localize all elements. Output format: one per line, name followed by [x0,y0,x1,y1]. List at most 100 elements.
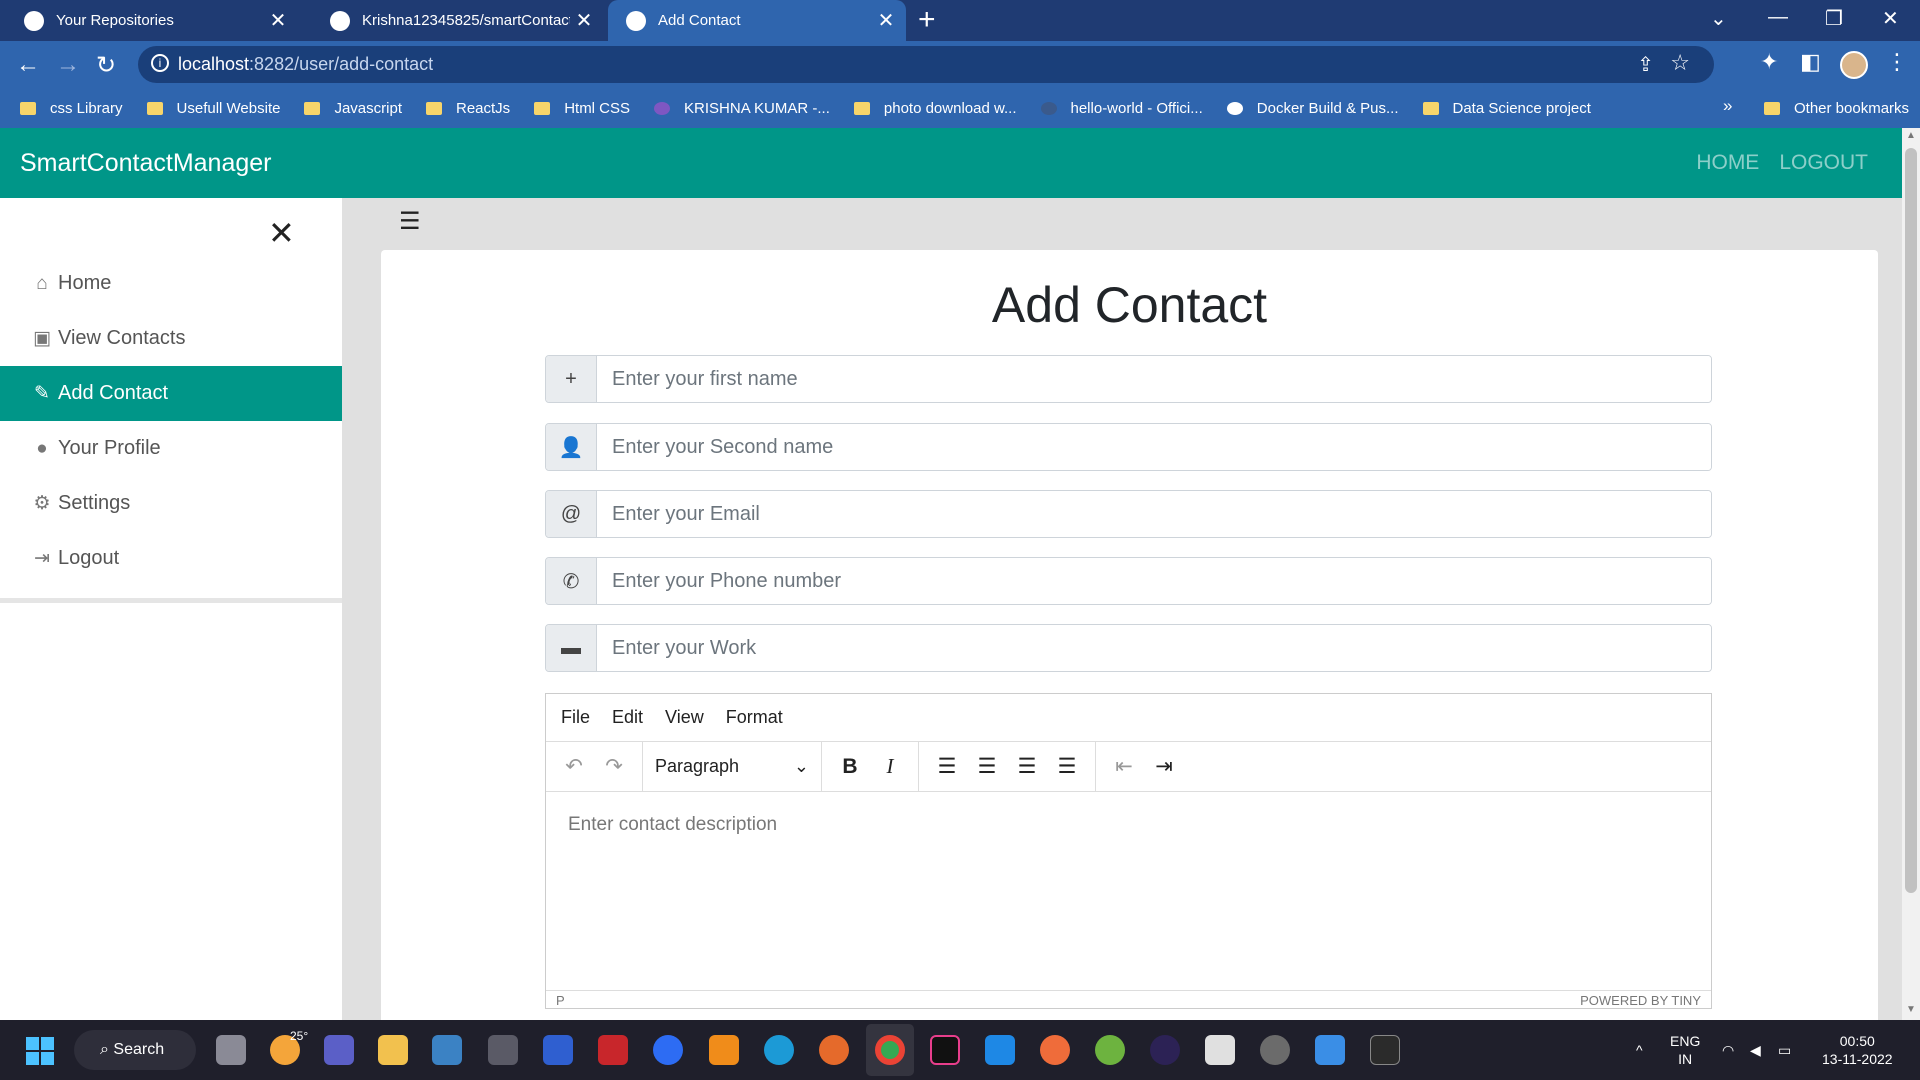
undo-icon[interactable]: ↶ [554,749,594,785]
show-hidden-icons[interactable]: ^ [1636,1020,1643,1080]
scrollbar-thumb[interactable] [1905,148,1917,893]
snipping-icon[interactable] [1205,1035,1235,1065]
terminal-icon[interactable] [1370,1035,1400,1065]
bookmark-star-icon[interactable]: ☆ [1670,50,1690,76]
second-name-input[interactable] [597,424,1711,470]
taskbar-search[interactable]: ⌕ Search [74,1030,196,1070]
edge-icon[interactable] [764,1035,794,1065]
bookmark-item[interactable]: Usefull Website [146,100,280,117]
chrome-menu-icon[interactable]: ⋮ [1886,49,1908,75]
menu-file[interactable]: File [561,707,590,728]
scroll-down-icon[interactable]: ▼ [1906,1004,1916,1015]
email-input[interactable] [597,491,1711,537]
bookmark-item[interactable]: ReactJs [426,100,510,117]
language-indicator[interactable]: ENG IN [1670,1032,1700,1068]
italic-icon[interactable]: I [870,749,910,785]
first-name-input[interactable] [597,356,1711,402]
brand-logo-text[interactable]: SmartContactManager [20,149,272,178]
vlc-icon[interactable] [709,1035,739,1065]
battery-icon[interactable]: ▭ [1778,1020,1791,1080]
clock[interactable]: 00:50 13-11-2022 [1822,1032,1893,1068]
align-left-icon[interactable]: ☰ [927,749,967,785]
redo-icon[interactable]: ↷ [594,749,634,785]
paint-icon[interactable] [1315,1035,1345,1065]
align-center-icon[interactable]: ☰ [967,749,1007,785]
close-tab-icon[interactable]: ✕ [570,8,598,33]
firefox-icon[interactable] [819,1035,849,1065]
more-bookmarks-button[interactable]: » [1723,96,1732,116]
close-tab-icon[interactable]: ✕ [264,8,292,33]
settings-app-icon[interactable] [1260,1035,1290,1065]
close-window-button[interactable]: ✕ [1882,6,1899,31]
tab-add-contact[interactable]: Add Contact ✕ [608,0,906,41]
indent-icon[interactable]: ⇥ [1144,749,1184,785]
sidebar-item-your-profile[interactable]: ● Your Profile [0,421,342,476]
powered-by-link[interactable]: POWERED BY TINY [1580,993,1701,1008]
sidebar-item-settings[interactable]: ⚙ Settings [0,476,342,531]
hamburger-menu-icon[interactable]: ☰ [399,207,421,236]
bookmark-item[interactable]: hello-world - Offici... [1040,100,1203,117]
app-icon[interactable] [543,1035,573,1065]
work-input[interactable] [597,625,1711,671]
site-info-icon[interactable]: i [151,54,169,72]
bookmark-item[interactable]: Html CSS [534,100,630,117]
forward-icon[interactable]: → [56,51,80,79]
page-scrollbar[interactable]: ▲ ▼ [1902,128,1920,1020]
file-explorer-icon[interactable] [378,1035,408,1065]
sidebar-item-add-contact[interactable]: ✎ Add Contact [0,366,342,421]
bookmark-item[interactable]: Docker Build & Pus... [1226,100,1399,117]
mcafee-icon[interactable] [598,1035,628,1065]
bookmark-item[interactable]: css Library [20,100,123,117]
profile-avatar[interactable] [1840,51,1868,79]
nav-home-link[interactable]: HOME [1696,151,1759,175]
minimize-button[interactable]: — [1768,6,1788,29]
url-bar[interactable]: i localhost:8282/user/add-contact ⇪ ☆ [138,46,1714,83]
menu-view[interactable]: View [665,707,704,728]
reload-icon[interactable]: ↻ [96,51,116,80]
app-icon[interactable] [488,1035,518,1065]
postman-icon[interactable] [1040,1035,1070,1065]
teams-icon[interactable] [324,1035,354,1065]
align-justify-icon[interactable]: ☰ [1047,749,1087,785]
spring-icon[interactable] [1095,1035,1125,1065]
bookmark-item[interactable]: photo download w... [853,100,1017,117]
sidebar-item-view-contacts[interactable]: ▣ View Contacts [0,311,342,366]
menu-edit[interactable]: Edit [612,707,643,728]
block-format-select[interactable]: Paragraph ⌄ [651,749,813,785]
sidebar-item-home[interactable]: ⌂ Home [0,256,342,311]
vscode-icon[interactable] [985,1035,1015,1065]
store-icon[interactable] [432,1035,462,1065]
bookmark-item[interactable]: Javascript [304,100,402,117]
close-sidebar-icon[interactable]: ✕ [268,214,295,252]
bold-icon[interactable]: B [830,749,870,785]
menu-format[interactable]: Format [726,707,783,728]
scroll-up-icon[interactable]: ▲ [1906,130,1916,141]
close-tab-icon[interactable]: ✕ [872,8,900,33]
editor-content-area[interactable]: Enter contact description [546,792,1711,990]
bookmark-item[interactable]: KRISHNA KUMAR -... [654,100,830,117]
sidebar-item-logout[interactable]: ⇥ Logout [0,531,342,586]
outdent-icon[interactable]: ⇤ [1104,749,1144,785]
tab-smartcontact-repo[interactable]: Krishna12345825/smartContact-r ✕ [306,0,604,41]
back-icon[interactable]: ← [16,51,40,79]
windows-start-icon[interactable] [26,1037,54,1065]
align-right-icon[interactable]: ☰ [1007,749,1047,785]
wifi-icon[interactable]: ◠ [1722,1020,1734,1080]
phone-input[interactable] [597,558,1711,604]
other-bookmarks[interactable]: Other bookmarks [1764,88,1909,128]
tab-search-icon[interactable]: ⌄ [1710,6,1727,31]
task-view-icon[interactable] [216,1035,246,1065]
tab-your-repositories[interactable]: Your Repositories ✕ [0,0,298,41]
eclipse-icon[interactable] [1150,1035,1180,1065]
extensions-icon[interactable]: ✦ [1760,49,1778,75]
nav-logout-link[interactable]: LOGOUT [1779,151,1868,175]
new-tab-button[interactable]: + [918,3,936,37]
intellij-icon[interactable] [930,1035,960,1065]
side-panel-icon[interactable]: ◧ [1800,49,1821,75]
zoom-icon[interactable] [653,1035,683,1065]
share-icon[interactable]: ⇪ [1637,52,1654,77]
restore-button[interactable]: ❐ [1825,6,1843,31]
bookmark-item[interactable]: Data Science project [1422,100,1591,117]
volume-icon[interactable]: ◀ [1750,1020,1761,1080]
chrome-icon[interactable] [875,1035,905,1065]
